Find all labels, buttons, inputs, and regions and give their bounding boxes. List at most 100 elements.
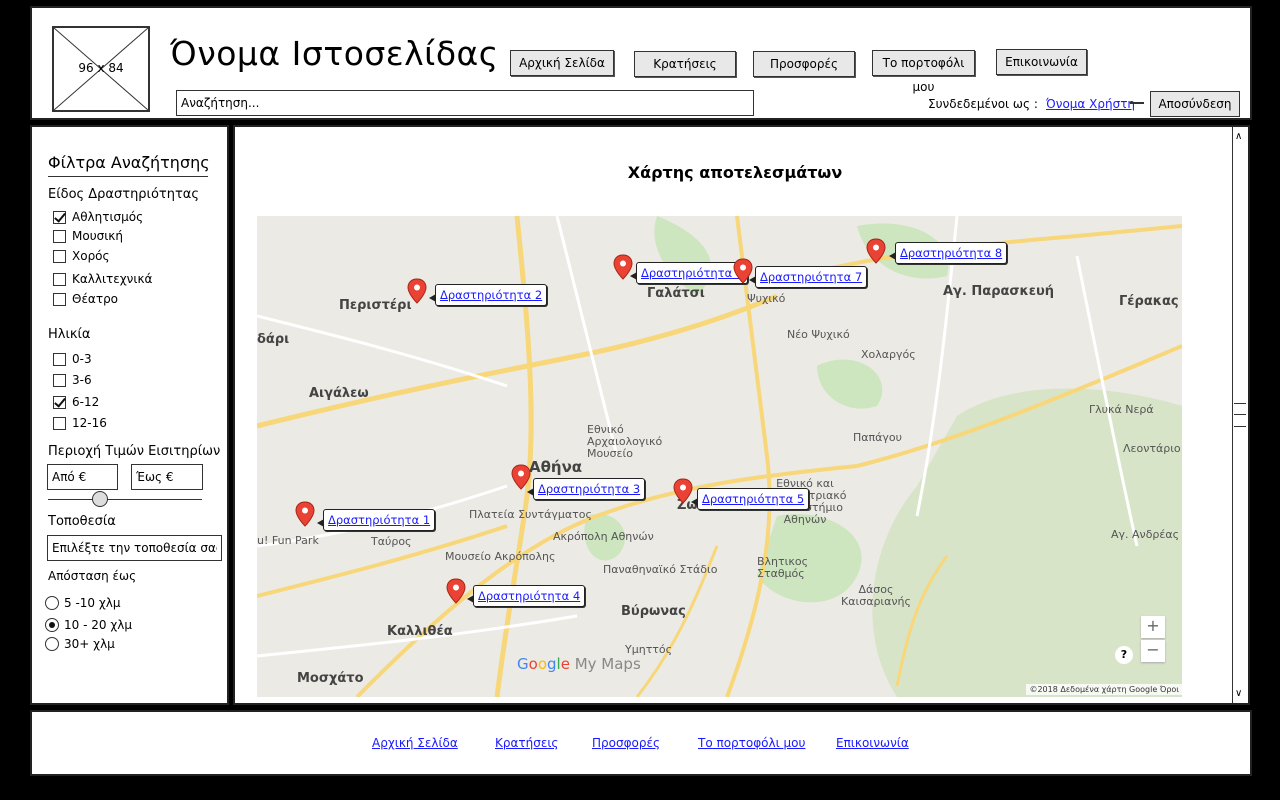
distance-option-5-10[interactable]: 5 -10 χλμ bbox=[45, 596, 121, 610]
activity-option-dance[interactable]: Χορός bbox=[53, 248, 110, 264]
price-from-input[interactable] bbox=[47, 464, 118, 490]
filters-title: Φίλτρα Αναζήτησης bbox=[48, 153, 210, 172]
logo-label: 96 x 84 bbox=[78, 61, 124, 75]
scroll-thumb[interactable] bbox=[1234, 403, 1246, 427]
activity-5-link[interactable]: Δραστηριότητα 5 bbox=[690, 488, 810, 510]
map-pin-icon[interactable] bbox=[407, 278, 427, 304]
footer-link-offers[interactable]: Προσφορές bbox=[592, 736, 660, 750]
option-label: 6-12 bbox=[72, 395, 100, 409]
activity-7-link[interactable]: Δραστηριότητα 7 bbox=[748, 266, 868, 288]
activity-2-link[interactable]: Δραστηριότητα 2 bbox=[428, 284, 548, 306]
map-label-gerakas: Γέρακας bbox=[1119, 294, 1179, 309]
checkbox[interactable] bbox=[53, 272, 66, 286]
option-label: Χορός bbox=[72, 249, 110, 263]
activity-8-link[interactable]: Δραστηριότητα 8 bbox=[888, 242, 1008, 264]
map-label-dari: δάρι bbox=[257, 332, 290, 347]
map-label-leontario: Λεοντάριο bbox=[1123, 442, 1181, 455]
logged-in-label: Συνδεδεμένοι ως : bbox=[928, 97, 1038, 111]
activity-option-sports[interactable]: Αθλητισμός bbox=[53, 209, 143, 225]
footer-link-wallet[interactable]: Το πορτοφόλι μου bbox=[698, 736, 805, 750]
map-pin-icon[interactable] bbox=[511, 464, 531, 490]
search-filters-sidebar: Φίλτρα Αναζήτησης Είδος Δραστηριότητας Α… bbox=[30, 125, 229, 705]
option-label: 12-16 bbox=[72, 416, 107, 430]
option-label: 30+ χλμ bbox=[64, 637, 115, 651]
radio-button[interactable] bbox=[45, 637, 59, 651]
age-option-6-12[interactable]: 6-12 bbox=[53, 394, 99, 410]
footer: Αρχική Σελίδα Κρατήσεις Προσφορές Το πορ… bbox=[30, 710, 1252, 776]
activity-option-music[interactable]: Μουσική bbox=[53, 228, 123, 244]
nav-home-button[interactable]: Αρχική Σελίδα bbox=[510, 50, 614, 76]
chevron-up-icon[interactable]: ∧ bbox=[1235, 131, 1242, 142]
map-label-psychiko: Ψυχικό bbox=[747, 292, 786, 305]
map-label-acropolis-museum: Μουσείο Ακρόπολης bbox=[445, 550, 556, 563]
map-pin-icon[interactable] bbox=[673, 478, 693, 504]
nav-bookings-button[interactable]: Κρατήσεις bbox=[634, 51, 736, 77]
nav-wallet-button[interactable]: Το πορτοφόλι μου bbox=[872, 50, 975, 94]
separator bbox=[1130, 102, 1144, 104]
map-label-glyka-nera: Γλυκά Νερά bbox=[1089, 403, 1154, 416]
map-help-button[interactable]: ? bbox=[1115, 646, 1133, 664]
option-label: Θέατρο bbox=[72, 292, 119, 306]
checkbox[interactable] bbox=[53, 249, 66, 263]
option-label: 3-6 bbox=[72, 373, 92, 387]
logout-button[interactable]: Αποσύνδεση bbox=[1150, 91, 1240, 117]
map-label-tavros: Ταύρος bbox=[371, 535, 412, 548]
location-input[interactable] bbox=[47, 535, 222, 561]
map-pin-icon[interactable] bbox=[446, 578, 466, 604]
map-label-syntagma: Πλατεία Συντάγματος bbox=[469, 508, 592, 521]
footer-link-bookings[interactable]: Κρατήσεις bbox=[495, 736, 558, 750]
price-to-input[interactable] bbox=[131, 464, 203, 490]
activity-4-link[interactable]: Δραστηριότητα 4 bbox=[466, 585, 586, 607]
map-title: Χάρτης αποτελεσμάτων bbox=[627, 163, 843, 182]
nav-contact-button[interactable]: Επικοινωνία bbox=[996, 49, 1087, 75]
chevron-down-icon[interactable]: ∨ bbox=[1235, 688, 1242, 699]
price-slider-track[interactable] bbox=[48, 499, 202, 500]
map-label-museum: Εθνικό Αρχαιολογικό Μουσείο bbox=[587, 423, 663, 460]
search-input[interactable] bbox=[176, 90, 754, 116]
activity-type-heading: Είδος Δραστηριότητας bbox=[48, 187, 199, 202]
age-option-3-6[interactable]: 3-6 bbox=[53, 372, 92, 388]
option-label: Αθλητισμός bbox=[72, 210, 144, 224]
google-my-maps-logo: Google My Maps bbox=[517, 655, 641, 673]
age-option-12-16[interactable]: 12-16 bbox=[53, 415, 107, 431]
checkbox[interactable] bbox=[53, 292, 66, 306]
map-label-cholargos: Χολαργός bbox=[861, 348, 916, 361]
footer-link-home[interactable]: Αρχική Σελίδα bbox=[372, 736, 458, 750]
main-content: Χάρτης αποτελεσμάτων Περιστέρι Γαλάτσι Ψ… bbox=[233, 125, 1250, 705]
radio-button[interactable] bbox=[45, 618, 59, 632]
distance-option-10-20[interactable]: 10 - 20 χλμ bbox=[45, 618, 132, 632]
checkbox[interactable] bbox=[53, 210, 66, 224]
zoom-out-button[interactable]: − bbox=[1141, 640, 1165, 662]
nav-offers-button[interactable]: Προσφορές bbox=[753, 51, 855, 77]
checkbox[interactable] bbox=[53, 373, 66, 387]
results-map[interactable]: Περιστέρι Γαλάτσι Ψυχικό Νέο Ψυχικό Αγ. … bbox=[257, 216, 1182, 697]
price-slider-handle[interactable] bbox=[92, 491, 108, 507]
radio-button[interactable] bbox=[45, 596, 59, 610]
username-link[interactable]: Όνομα Χρήστη bbox=[1046, 97, 1135, 111]
age-option-0-3[interactable]: 0-3 bbox=[53, 351, 92, 367]
checkbox[interactable] bbox=[53, 395, 66, 409]
distance-option-30-plus[interactable]: 30+ χλμ bbox=[45, 637, 115, 651]
footer-link-contact[interactable]: Επικοινωνία bbox=[836, 736, 909, 750]
map-pin-icon[interactable] bbox=[866, 238, 886, 264]
map-credit: ©2018 Δεδομένα χάρτη Google Όροι bbox=[1026, 684, 1182, 695]
map-pin-icon[interactable] bbox=[295, 501, 315, 527]
checkbox[interactable] bbox=[53, 352, 66, 366]
logo-placeholder: 96 x 84 bbox=[52, 26, 150, 112]
checkbox[interactable] bbox=[53, 229, 66, 243]
map-label-athina: Αθήνα bbox=[529, 458, 583, 476]
map-label-ag-paraskevi: Αγ. Παρασκευή bbox=[943, 284, 1055, 299]
checkbox[interactable] bbox=[53, 416, 66, 430]
location-heading: Τοποθεσία bbox=[48, 514, 116, 529]
activity-option-arts[interactable]: Καλλιτεχνικά bbox=[53, 271, 152, 287]
activity-3-link[interactable]: Δραστηριότητα 3 bbox=[526, 478, 646, 500]
activity-1-link[interactable]: Δραστηριότητα 1 bbox=[316, 509, 436, 531]
map-label-neo-psychiko: Νέο Ψυχικό bbox=[787, 328, 850, 341]
activity-option-theatre[interactable]: Θέατρο bbox=[53, 291, 118, 307]
zoom-in-button[interactable]: + bbox=[1141, 616, 1165, 638]
vertical-scrollbar[interactable]: ∧ ∨ bbox=[1232, 127, 1248, 703]
map-label-stadium: Παναθηναϊκό Στάδιο bbox=[603, 563, 718, 576]
title-underline bbox=[48, 176, 208, 177]
activity-6-link[interactable]: Δραστηριότητα 6 bbox=[629, 262, 749, 284]
header: 96 x 84 Όνομα Ιστοσελίδας Αρχική Σελίδα … bbox=[30, 6, 1252, 120]
